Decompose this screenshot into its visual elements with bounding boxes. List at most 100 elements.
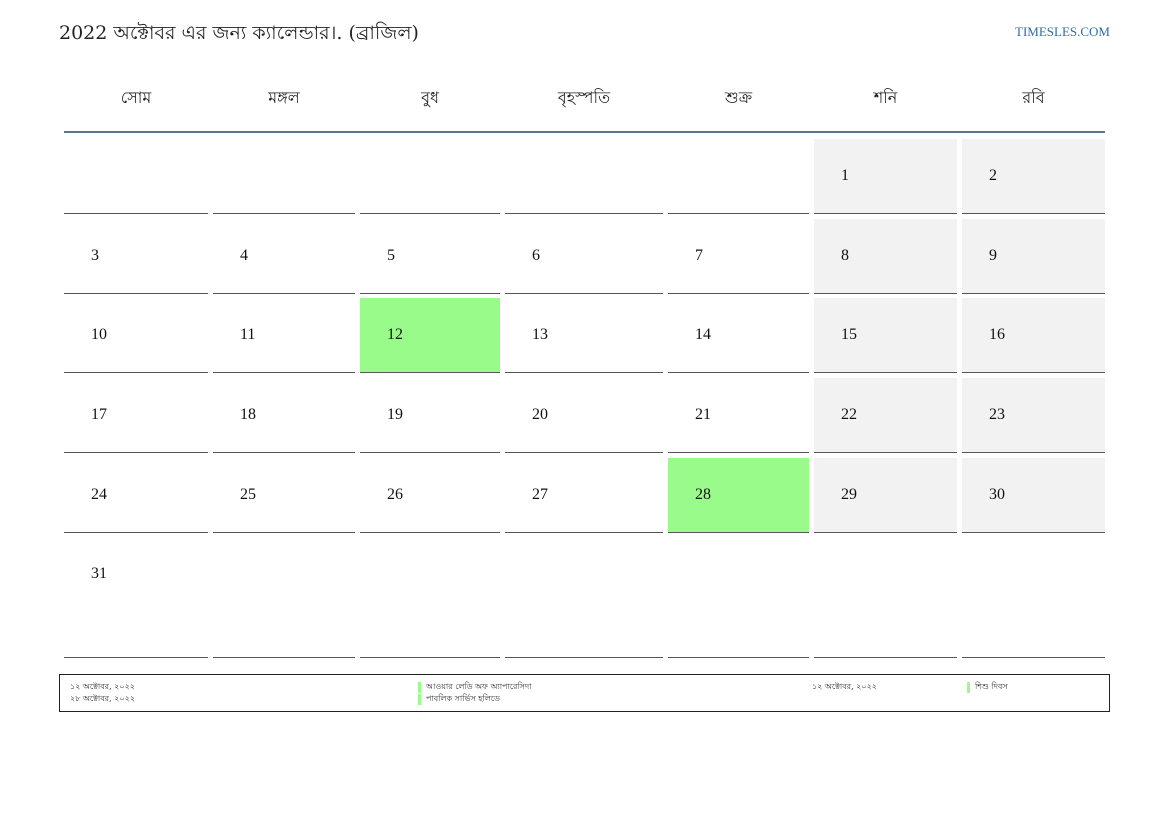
empty-cell-friday [668, 537, 809, 658]
weekday-monday: সোম [120, 88, 152, 107]
weekday-thursday: বৃহস্পতি [557, 88, 611, 107]
day-cell-13[interactable]: 13 [505, 298, 663, 373]
legend-dates-left: ১২ অক্টোবর, ২০২২ ২৮ অক্টোবর, ২০২২ [70, 681, 135, 705]
legend-holiday-name: আওয়ার লেডি অফ অ্যাপারেসিদা [426, 682, 532, 691]
day-cell-4[interactable]: 4 [213, 219, 355, 294]
legend-date: ১২ অক্টোবর, ২০২২ [70, 682, 135, 691]
day-number: 13 [532, 326, 548, 343]
day-number: 24 [91, 486, 107, 503]
day-cell-28[interactable]: 28 [668, 458, 809, 533]
holiday-legend: ১২ অক্টোবর, ২০২২ ২৮ অক্টোবর, ২০২২ আওয়ার… [59, 674, 1110, 712]
empty-cell-wednesday [360, 537, 500, 658]
day-cell-29[interactable]: 29 [814, 458, 957, 533]
weekday-friday: শুক্র [724, 88, 753, 107]
day-number: 11 [240, 326, 256, 343]
day-number: 28 [695, 486, 711, 503]
legend-names-left: আওয়ার লেডি অফ অ্যাপারেসিদা পাবলিক সার্ভ… [418, 681, 531, 705]
day-number: 22 [841, 406, 857, 423]
day-cell-22[interactable]: 22 [814, 378, 957, 453]
day-cell-10[interactable]: 10 [64, 298, 208, 373]
day-cell-27[interactable]: 27 [505, 458, 663, 533]
day-cell-6[interactable]: 6 [505, 219, 663, 294]
empty-cell-monday [64, 139, 208, 214]
page-title: 2022 অক্টোবর এর জন্য ক্যালেন্ডার।. (ব্রা… [59, 22, 419, 44]
day-cell-14[interactable]: 14 [668, 298, 809, 373]
day-cell-24[interactable]: 24 [64, 458, 208, 533]
day-cell-1[interactable]: 1 [814, 139, 957, 214]
empty-cell-tuesday [213, 139, 355, 214]
day-cell-25[interactable]: 25 [213, 458, 355, 533]
day-cell-31[interactable]: 31 [64, 537, 208, 658]
day-cell-5[interactable]: 5 [360, 219, 500, 294]
day-cell-16[interactable]: 16 [962, 298, 1105, 373]
day-number: 7 [695, 247, 703, 264]
day-cell-19[interactable]: 19 [360, 378, 500, 453]
day-number: 26 [387, 486, 403, 503]
day-cell-11[interactable]: 11 [213, 298, 355, 373]
legend-holiday-item: শিশু দিবস [967, 681, 1008, 693]
day-cell-21[interactable]: 21 [668, 378, 809, 453]
header-divider [64, 131, 1105, 133]
day-cell-9[interactable]: 9 [962, 219, 1105, 294]
day-cell-20[interactable]: 20 [505, 378, 663, 453]
day-number: 16 [989, 326, 1005, 343]
day-number: 21 [695, 406, 711, 423]
legend-dates-right: ১২ অক্টোবর, ২০২২ [812, 681, 877, 693]
day-cell-23[interactable]: 23 [962, 378, 1105, 453]
day-number: 15 [841, 326, 857, 343]
empty-cell-thursday [505, 537, 663, 658]
day-number: 8 [841, 247, 849, 264]
site-brand-link[interactable]: TIMESLES.COM [1015, 24, 1110, 40]
day-cell-8[interactable]: 8 [814, 219, 957, 294]
day-number: 17 [91, 406, 107, 423]
day-number: 4 [240, 247, 248, 264]
empty-cell-wednesday [360, 139, 500, 214]
day-number: 9 [989, 247, 997, 264]
legend-names-right: শিশু দিবস [967, 681, 1008, 693]
day-number: 10 [91, 326, 107, 343]
day-number: 23 [989, 406, 1005, 423]
holiday-color-marker [418, 693, 421, 705]
day-number: 29 [841, 486, 857, 503]
day-cell-30[interactable]: 30 [962, 458, 1105, 533]
legend-holiday-item: পাবলিক সার্ভিস হলিডে [418, 693, 531, 705]
holiday-color-marker [418, 681, 421, 693]
day-number: 3 [91, 247, 99, 264]
empty-cell-thursday [505, 139, 663, 214]
legend-date: ১২ অক্টোবর, ২০২২ [812, 682, 877, 691]
legend-holiday-item: আওয়ার লেডি অফ অ্যাপারেসিদা [418, 681, 531, 693]
day-number: 19 [387, 406, 403, 423]
day-cell-7[interactable]: 7 [668, 219, 809, 294]
day-number: 18 [240, 406, 256, 423]
day-number: 12 [387, 326, 403, 343]
empty-cell-sunday [962, 537, 1105, 658]
day-cell-12[interactable]: 12 [360, 298, 500, 373]
legend-holiday-name: শিশু দিবস [975, 682, 1008, 691]
legend-holiday-name: পাবলিক সার্ভিস হলিডে [426, 694, 500, 703]
day-cell-17[interactable]: 17 [64, 378, 208, 453]
empty-cell-friday [668, 139, 809, 214]
day-number: 2 [989, 167, 997, 184]
day-number: 5 [387, 247, 395, 264]
day-number: 25 [240, 486, 256, 503]
day-number: 30 [989, 486, 1005, 503]
day-cell-15[interactable]: 15 [814, 298, 957, 373]
empty-cell-saturday [814, 537, 957, 658]
weekday-header: সোম মঙ্গল বুধ বৃহস্পতি শুক্র শনি রবি [64, 74, 1105, 132]
day-cell-18[interactable]: 18 [213, 378, 355, 453]
day-number: 14 [695, 326, 711, 343]
day-number: 1 [841, 167, 849, 184]
weekday-saturday: শনি [873, 88, 898, 107]
weekday-sunday: রবি [1022, 88, 1045, 107]
day-number: 20 [532, 406, 548, 423]
empty-cell-tuesday [213, 537, 355, 658]
day-number: 31 [91, 565, 107, 582]
day-cell-2[interactable]: 2 [962, 139, 1105, 214]
legend-date: ২৮ অক্টোবর, ২০২২ [70, 694, 135, 703]
day-cell-3[interactable]: 3 [64, 219, 208, 294]
holiday-color-marker [967, 681, 970, 693]
day-cell-26[interactable]: 26 [360, 458, 500, 533]
day-number: 6 [532, 247, 540, 264]
weekday-tuesday: মঙ্গল [268, 88, 300, 107]
weekday-wednesday: বুধ [421, 88, 439, 107]
